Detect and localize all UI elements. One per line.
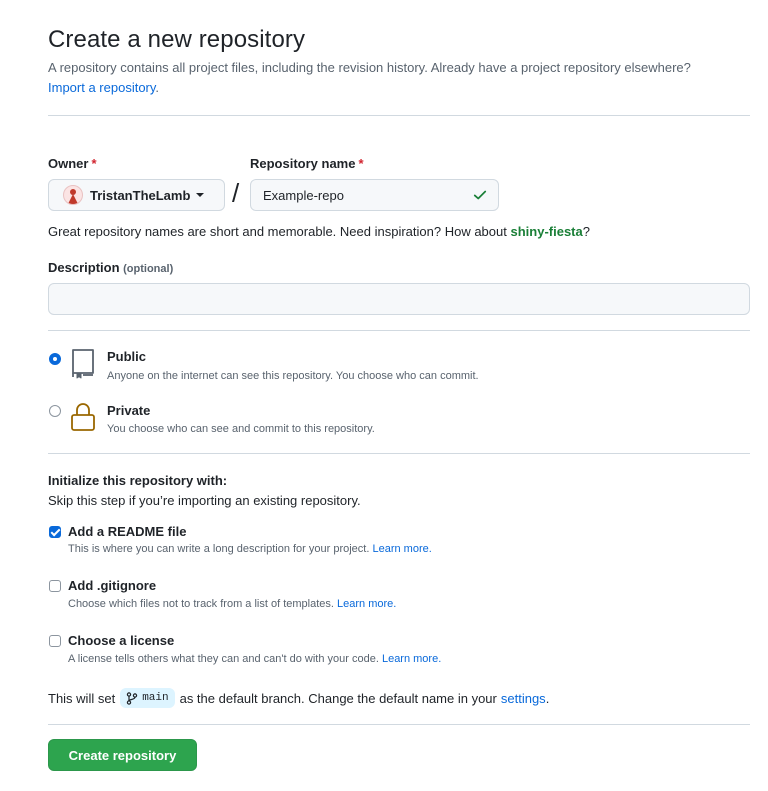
- repo-name-required-mark: *: [358, 156, 364, 171]
- description-input[interactable]: [48, 283, 750, 315]
- readme-desc: This is where you can write a long descr…: [68, 543, 432, 555]
- license-learn-more-link[interactable]: Learn more.: [382, 653, 441, 665]
- public-title: Public: [107, 349, 147, 364]
- repo-name-label-text: Repository name: [250, 156, 356, 171]
- avatar: [63, 185, 83, 205]
- owner-repo-separator: /: [232, 178, 240, 208]
- repo-name-hint: Great repository names are short and mem…: [48, 224, 590, 239]
- caret-down-icon: [196, 193, 205, 197]
- gitignore-learn-more-link[interactable]: Learn more.: [337, 598, 396, 610]
- name-suggestion-link[interactable]: shiny-fiesta: [510, 224, 582, 239]
- git-branch-icon: [126, 691, 138, 705]
- branch-chip: main: [120, 688, 175, 708]
- license-title: Choose a license: [68, 633, 175, 648]
- license-checkbox[interactable]: [49, 635, 61, 647]
- readme-checkbox[interactable]: [49, 526, 61, 538]
- init-subtitle: Skip this step if you’re importing an ex…: [48, 493, 361, 508]
- repository-name-input[interactable]: Example-repo: [250, 179, 499, 211]
- subtitle-text: A repository contains all project files,…: [48, 60, 691, 75]
- header-divider: [48, 115, 750, 116]
- gitignore-desc: Choose which files not to track from a l…: [68, 598, 396, 610]
- subtitle-end: .: [155, 80, 160, 95]
- hint-text: Great repository names are short and mem…: [48, 224, 507, 239]
- license-desc-text: A license tells others what they can and…: [68, 653, 379, 665]
- default-branch-note: This will set main as the default branch…: [48, 688, 549, 708]
- private-desc: You choose who can see and commit to thi…: [107, 423, 375, 435]
- readme-title: Add a README file: [68, 524, 187, 539]
- readme-learn-more-link[interactable]: Learn more.: [372, 543, 431, 555]
- lock-icon: [71, 403, 95, 431]
- owner-name: TristanTheLamb: [90, 187, 191, 203]
- private-radio[interactable]: [49, 405, 61, 417]
- gitignore-title: Add .gitignore: [68, 578, 157, 593]
- page-title: Create a new repository: [48, 26, 306, 53]
- repo-name-label: Repository name *: [250, 156, 364, 171]
- owner-dropdown[interactable]: TristanTheLamb: [48, 179, 225, 211]
- branch-name: main: [142, 692, 169, 704]
- branch-end: .: [545, 690, 550, 706]
- license-desc: A license tells others what they can and…: [68, 653, 441, 665]
- init-title: Initialize this repository with:: [48, 473, 228, 488]
- description-label-text: Description: [48, 260, 120, 275]
- owner-label-text: Owner: [48, 156, 89, 171]
- description-optional: (optional): [123, 263, 174, 275]
- create-repository-button[interactable]: Create repository: [48, 739, 197, 771]
- import-repository-link[interactable]: Import a repository: [48, 80, 155, 95]
- visibility-divider: [48, 330, 750, 331]
- repo-icon: [72, 349, 94, 379]
- gitignore-checkbox[interactable]: [49, 580, 61, 592]
- init-divider: [48, 453, 750, 454]
- settings-link[interactable]: settings: [501, 691, 546, 706]
- public-radio[interactable]: [49, 353, 61, 365]
- branch-prefix: This will set: [48, 690, 116, 706]
- owner-label: Owner *: [48, 156, 97, 171]
- owner-required-mark: *: [91, 156, 97, 171]
- description-label: Description (optional): [48, 260, 173, 275]
- submit-divider: [48, 724, 750, 725]
- gitignore-desc-text: Choose which files not to track from a l…: [68, 598, 334, 610]
- check-icon: [473, 190, 487, 200]
- readme-desc-text: This is where you can write a long descr…: [68, 543, 370, 555]
- page-subtitle: A repository contains all project files,…: [48, 58, 728, 98]
- hint-end: ?: [582, 224, 590, 239]
- branch-middle: as the default branch. Change the defaul…: [179, 690, 497, 706]
- private-title: Private: [107, 403, 151, 418]
- public-desc: Anyone on the internet can see this repo…: [107, 370, 479, 382]
- repository-name-value: Example-repo: [263, 187, 344, 203]
